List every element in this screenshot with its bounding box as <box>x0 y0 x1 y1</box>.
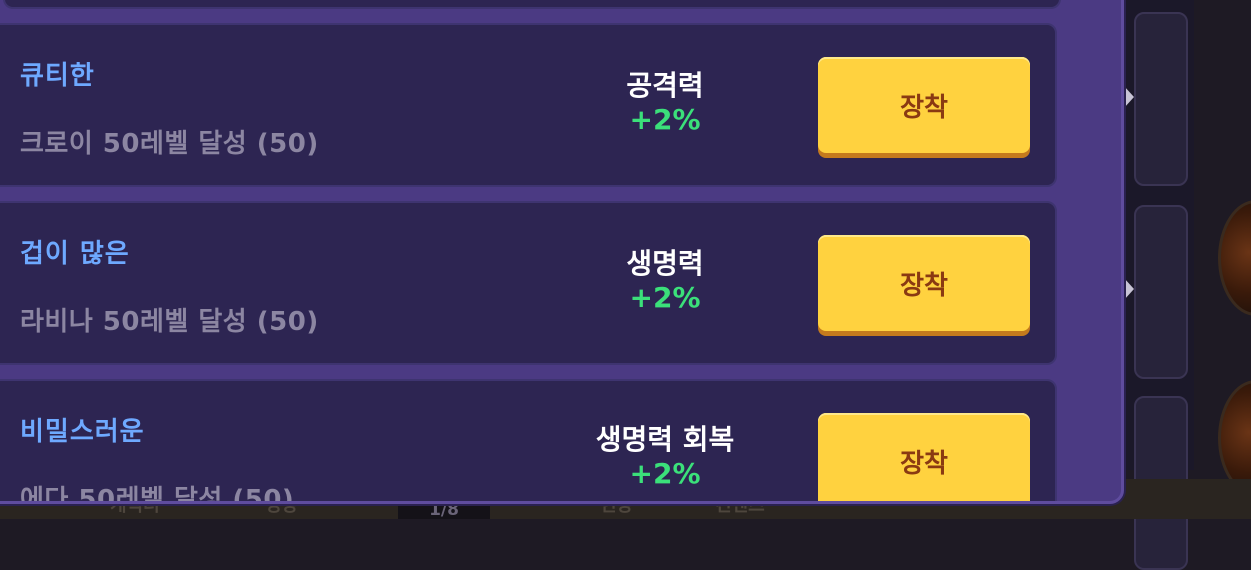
title-row: 비밀스러운 에다 50레벨 달성 (50) 생명력 회복 +2% 장착 <box>0 379 1057 504</box>
title-condition: 라비나 50레벨 달성 (50) <box>20 307 319 337</box>
side-slot[interactable] <box>1134 12 1188 186</box>
stat-name: 생명력 <box>626 247 704 280</box>
title-name: 큐티한 <box>20 61 95 91</box>
equip-button[interactable]: 장착 <box>818 413 1030 501</box>
title-row: 겁이 많은 라비나 50레벨 달성 (50) 생명력 +2% 장착 <box>0 201 1057 365</box>
stat-name: 생명력 회복 <box>595 423 735 456</box>
equip-button[interactable]: 장착 <box>818 57 1030 153</box>
arrow-right-icon <box>1124 278 1134 300</box>
side-panel <box>1122 0 1194 570</box>
stat-bonus: 생명력 회복 +2% <box>565 423 765 491</box>
title-row: 큐티한 크로이 50레벨 달성 (50) 공격력 +2% 장착 <box>0 23 1057 187</box>
title-name: 겁이 많은 <box>20 239 130 269</box>
arrow-right-icon <box>1124 86 1134 108</box>
stat-value: +2% <box>629 457 701 490</box>
orb-icon[interactable] <box>1218 200 1251 316</box>
equip-button[interactable]: 장착 <box>818 235 1030 331</box>
title-condition: 크로이 50레벨 달성 (50) <box>20 129 319 159</box>
side-slot[interactable] <box>1134 205 1188 379</box>
title-list-popup: 큐티한 크로이 50레벨 달성 (50) 공격력 +2% 장착 겁이 많은 라비… <box>0 0 1124 504</box>
title-condition: 에다 50레벨 달성 (50) <box>20 485 295 504</box>
stat-value: +2% <box>629 103 701 136</box>
previous-row-edge <box>3 0 1061 9</box>
stat-value: +2% <box>629 281 701 314</box>
stat-bonus: 생명력 +2% <box>565 247 765 315</box>
stat-name: 공격력 <box>626 69 704 102</box>
stat-bonus: 공격력 +2% <box>565 69 765 137</box>
title-name: 비밀스러운 <box>20 417 145 447</box>
